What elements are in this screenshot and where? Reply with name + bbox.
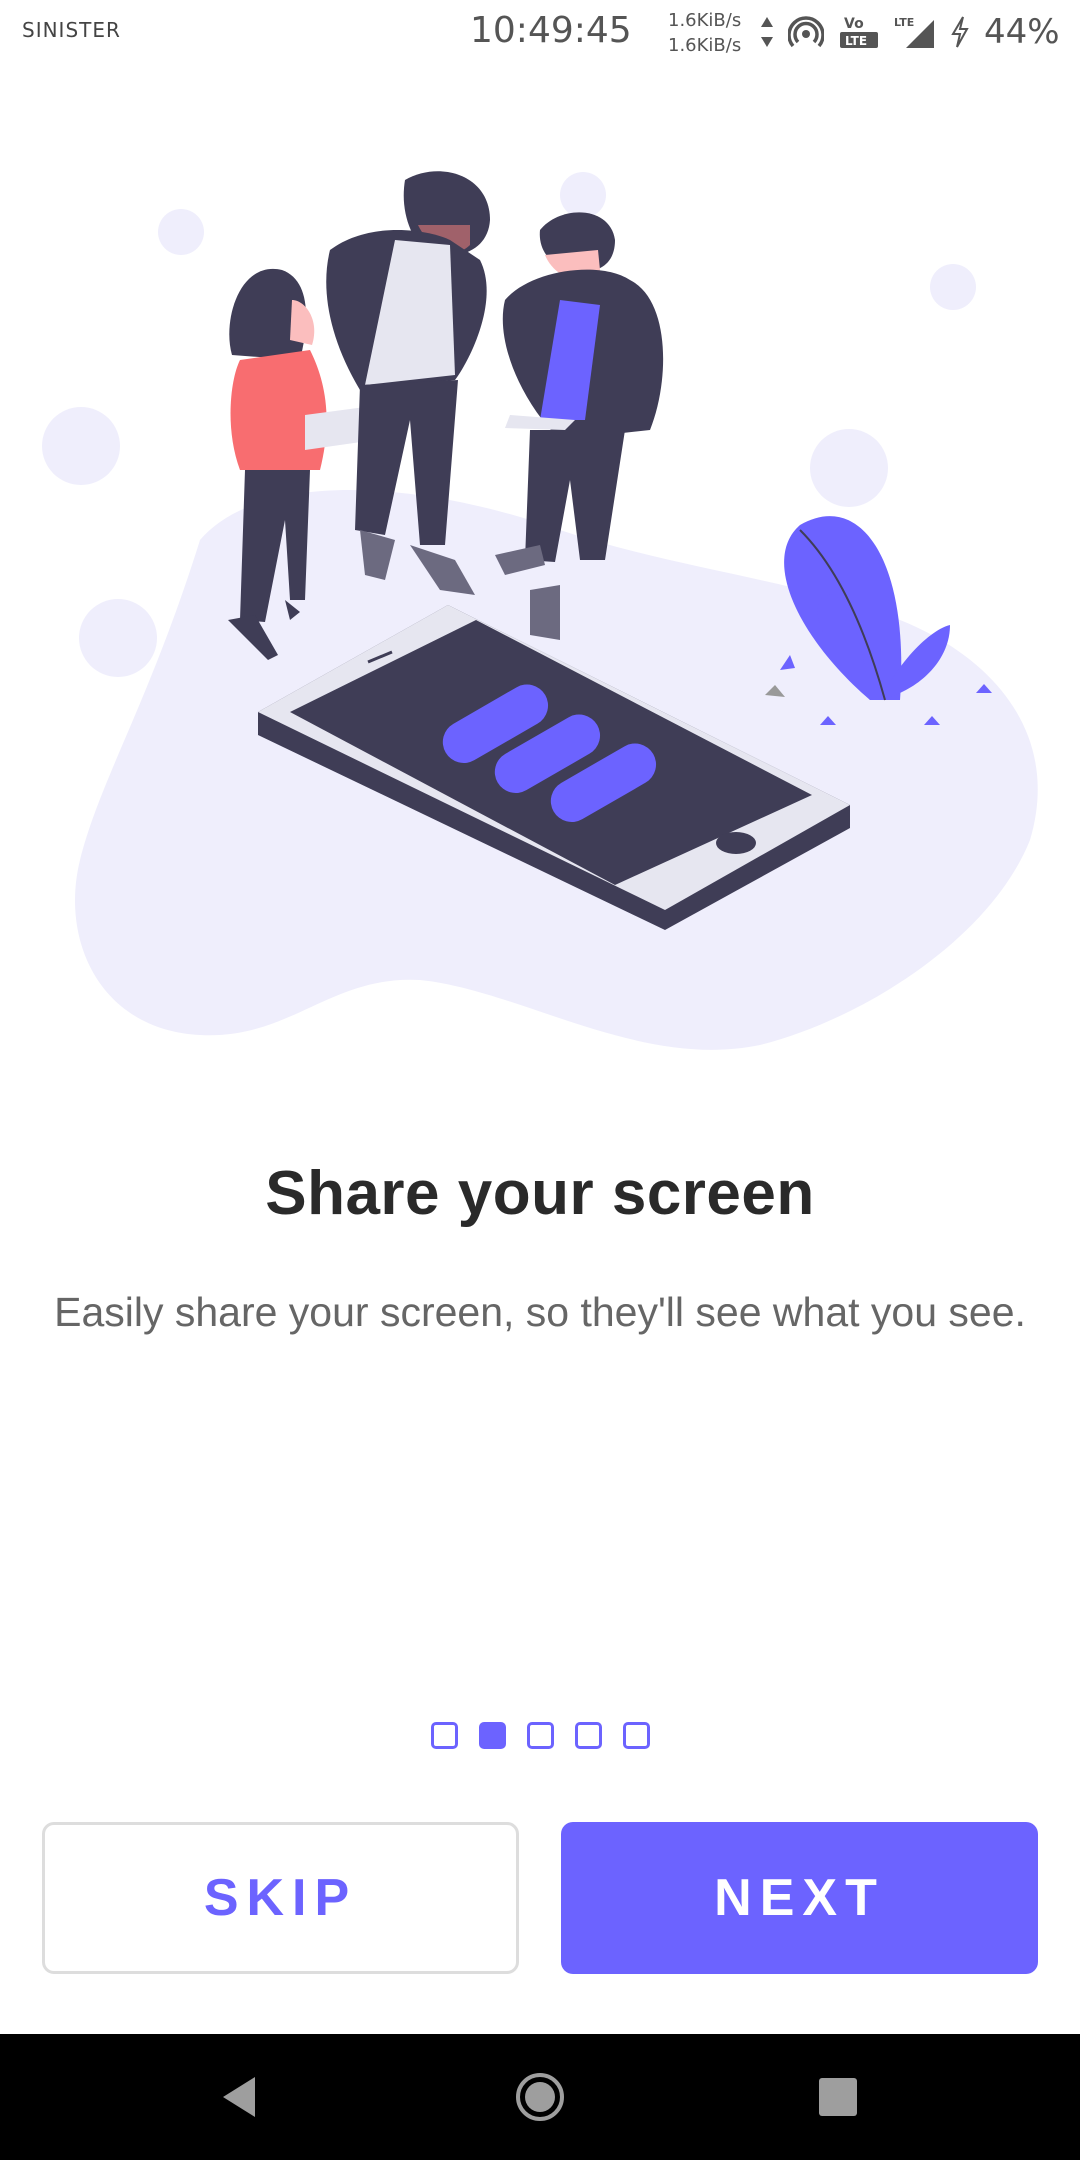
charging-icon [951, 16, 969, 48]
page-dot [478, 1722, 506, 1749]
hotspot-icon [788, 16, 824, 48]
status-icons: Vo LTE LTE 44% [760, 10, 1060, 54]
back-icon [223, 2077, 255, 2117]
svg-text:LTE: LTE [845, 34, 867, 48]
onboarding-illustration [42, 171, 1038, 1050]
back-button[interactable] [204, 2062, 274, 2132]
page-indicator [0, 1722, 1080, 1749]
next-button[interactable]: NEXT [561, 1822, 1038, 1974]
home-icon [516, 2073, 564, 2121]
svg-text:Vo: Vo [844, 16, 864, 32]
onboarding-title: Share your screen [265, 1159, 815, 1228]
net-up-speed: 1.6KiB/s [668, 10, 742, 31]
skip-button[interactable]: SKIP [42, 1822, 519, 1974]
onboarding-description: Easily share your screen, so they'll see… [54, 1289, 1026, 1335]
carrier-name: SINISTER [22, 18, 121, 42]
status-bar: SINISTER 10:49:45 1.6KiB/s 1.6KiB/s Vo L… [0, 0, 1080, 64]
network-speed: 1.6KiB/s 1.6KiB/s [668, 8, 741, 58]
page-dot [622, 1722, 650, 1749]
home-button[interactable] [505, 2062, 575, 2132]
volte-icon: Vo LTE [840, 16, 878, 48]
page-dot [574, 1722, 602, 1749]
recents-button[interactable] [803, 2062, 873, 2132]
net-down-speed: 1.6KiB/s [668, 35, 742, 56]
navigation-bar [0, 2034, 1080, 2160]
recents-icon [819, 2078, 857, 2116]
svg-text:LTE: LTE [894, 16, 914, 29]
battery-level: 44% [984, 12, 1060, 52]
status-clock: 10:49:45 [470, 10, 632, 51]
page-dot [526, 1722, 554, 1749]
signal-icon: LTE [894, 16, 934, 48]
page-dot [430, 1722, 458, 1749]
data-arrows-icon [761, 17, 773, 47]
